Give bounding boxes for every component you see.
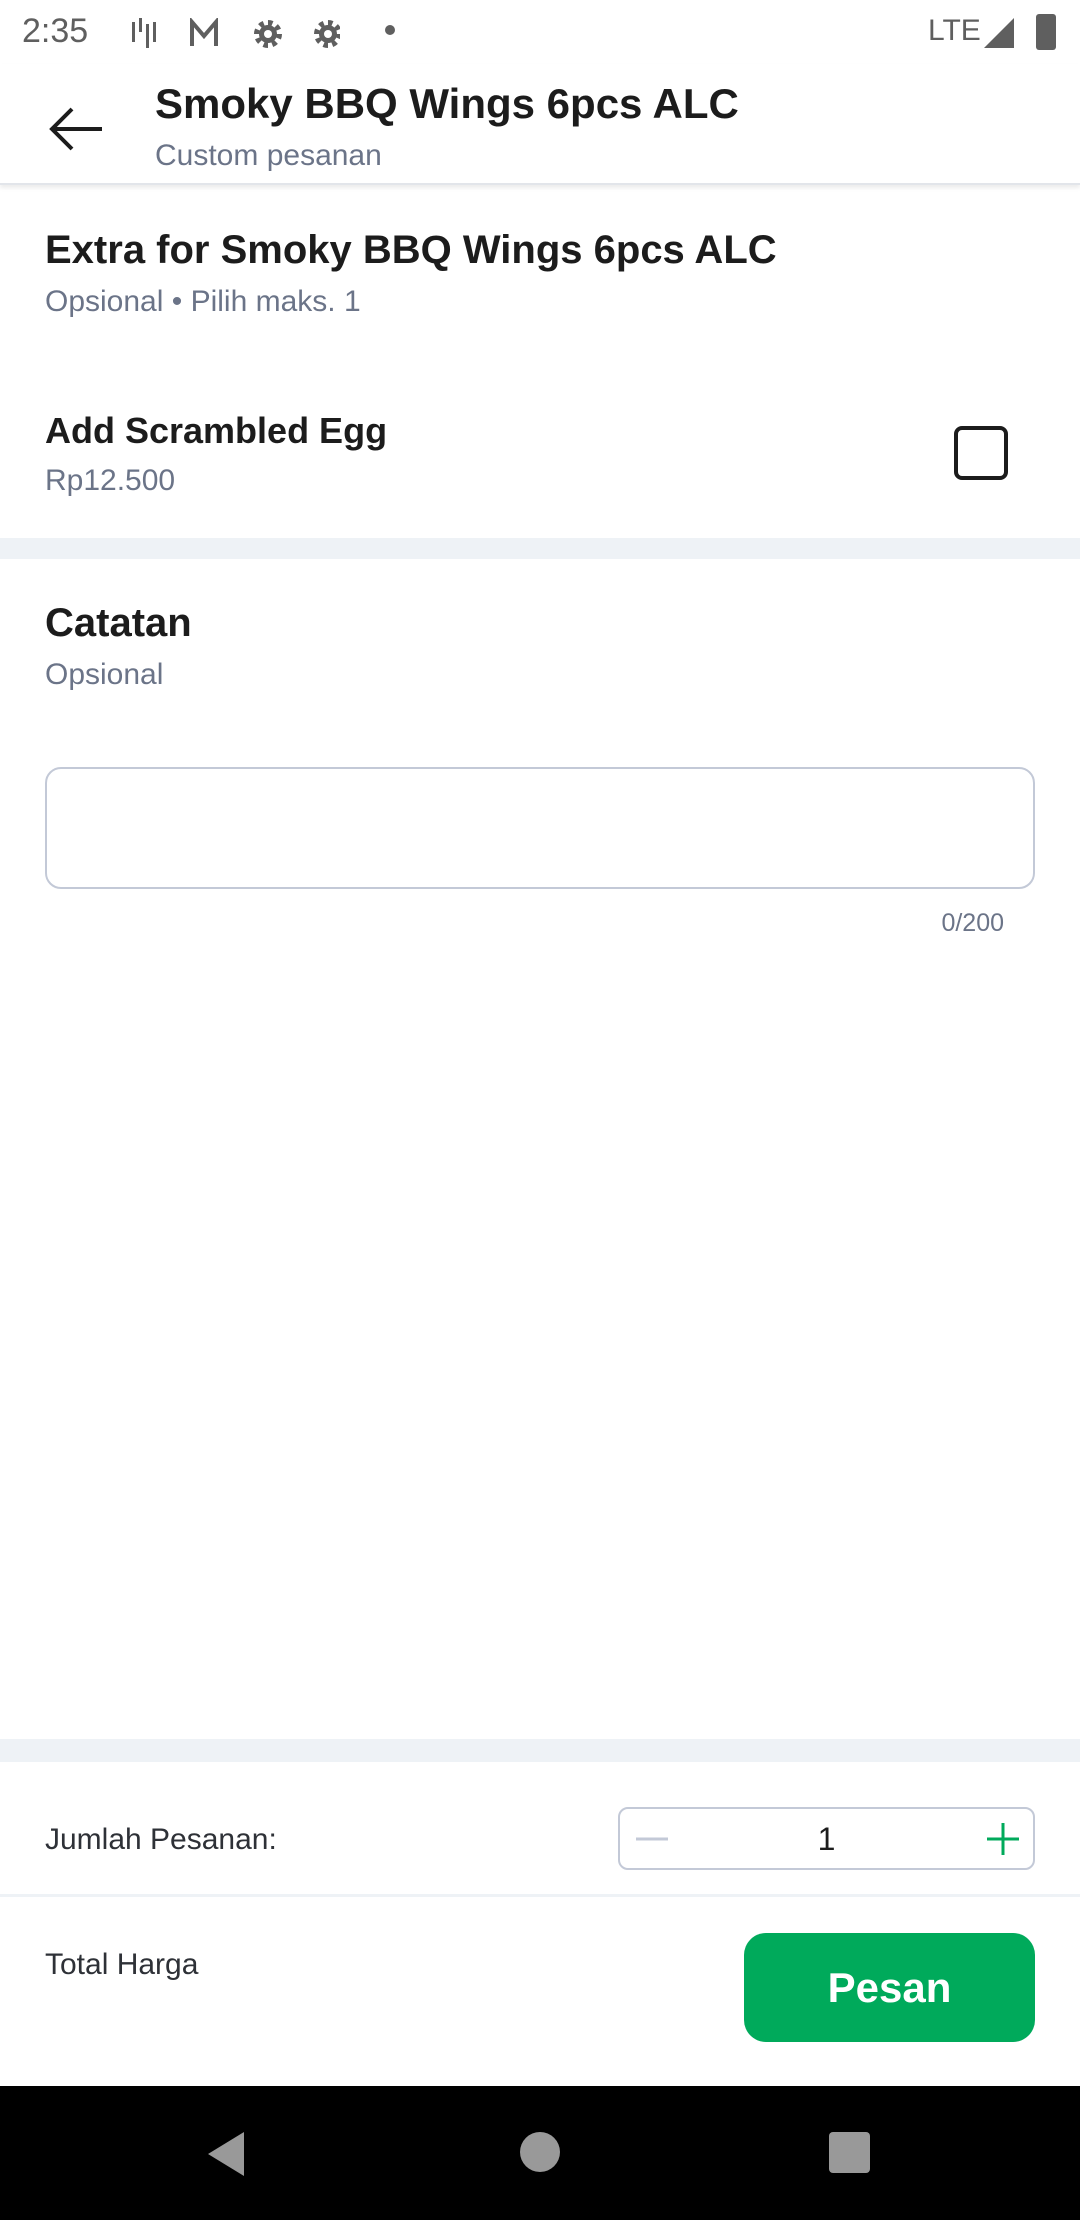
app-header: Smoky BBQ Wings 6pcs ALC Custom pesanan (0, 64, 1080, 185)
option-add-scrambled-egg[interactable]: Add Scrambled Egg Rp12.500 (0, 400, 1080, 510)
section-divider (0, 538, 1080, 559)
battery-icon (1036, 14, 1056, 50)
notes-title: Catatan (45, 601, 192, 645)
notification-icons (132, 18, 340, 48)
notes-subtitle: Opsional (45, 658, 164, 691)
notes-char-counter: 0/200 (941, 909, 1004, 937)
system-nav-bar (0, 2086, 1080, 2220)
option-label: Add Scrambled Egg (45, 410, 388, 451)
option-price: Rp12.500 (45, 464, 176, 497)
notes-input[interactable] (45, 767, 1035, 889)
status-bar: 2:35 LTE (0, 0, 1080, 64)
plus-icon[interactable] (985, 1821, 1021, 1857)
extra-section-subtitle: Opsional • Pilih maks. 1 (45, 285, 361, 318)
dot-icon (385, 25, 395, 35)
nav-home-icon[interactable] (520, 2132, 560, 2172)
cell-signal-icon (984, 18, 1014, 48)
footer-divider (0, 1739, 1080, 1762)
back-arrow-icon[interactable] (46, 104, 106, 154)
order-button[interactable]: Pesan (744, 1933, 1035, 2042)
status-time: 2:35 (22, 12, 89, 50)
nav-recents-icon[interactable] (829, 2132, 870, 2173)
quantity-value[interactable]: 1 (620, 1821, 1033, 1858)
extra-section-title: Extra for Smoky BBQ Wings 6pcs ALC (45, 228, 777, 272)
page-title: Smoky BBQ Wings 6pcs ALC (155, 80, 739, 127)
nav-back-icon[interactable] (204, 2130, 246, 2178)
option-checkbox[interactable] (954, 426, 1008, 480)
quantity-label: Jumlah Pesanan: (45, 1823, 277, 1856)
quantity-stepper: 1 (618, 1807, 1035, 1870)
network-type: LTE (928, 14, 981, 47)
total-price-label: Total Harga (45, 1948, 199, 1981)
divider (0, 1894, 1080, 1897)
page-subtitle: Custom pesanan (155, 139, 382, 172)
